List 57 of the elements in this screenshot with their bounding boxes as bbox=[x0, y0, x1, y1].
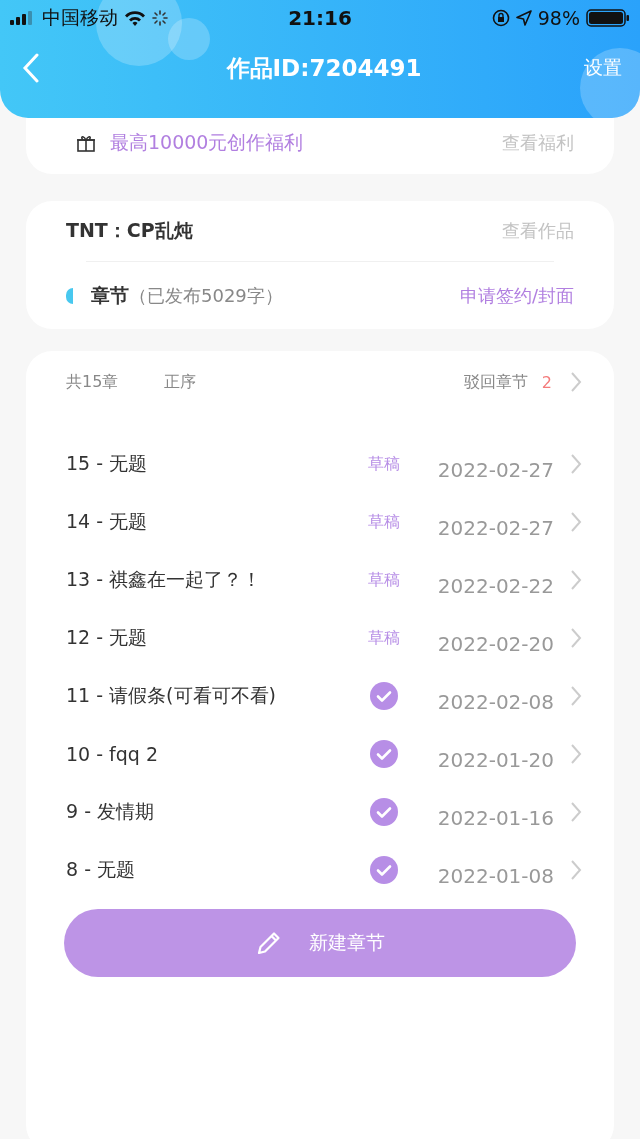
chapter-date: 2022-02-20 bbox=[436, 632, 554, 656]
location-arrow-icon bbox=[515, 10, 532, 26]
chapter-title: 13 - 祺鑫在一起了？！ bbox=[66, 567, 263, 592]
draft-tag: 草稿 bbox=[368, 453, 400, 475]
section-label: 章节 bbox=[91, 282, 129, 308]
chapter-date: 2022-01-16 bbox=[436, 806, 554, 830]
draft-tag: 草稿 bbox=[368, 627, 400, 649]
chevron-right-icon bbox=[570, 801, 582, 823]
chapter-title: 15 - 无题 bbox=[66, 451, 149, 476]
rejected-count: 2 bbox=[541, 372, 552, 392]
chevron-right-icon bbox=[570, 569, 582, 591]
chapter-date: 2022-02-27 bbox=[436, 458, 554, 482]
chapter-row[interactable]: 9 - 发情期 2022-01-16 bbox=[66, 783, 582, 841]
chapter-row[interactable]: 11 - 请假条(可看可不看) 2022-02-08 bbox=[66, 667, 582, 725]
battery-percent: 98% bbox=[537, 7, 580, 29]
gift-icon bbox=[76, 133, 96, 153]
benefit-text: 最高10000元创作福利 bbox=[110, 130, 305, 155]
page-title: 作品ID:7204491 bbox=[225, 53, 423, 83]
chevron-right-icon bbox=[570, 859, 582, 881]
loading-icon bbox=[152, 10, 168, 26]
back-chevron-icon bbox=[22, 53, 40, 83]
chapter-title: 8 - 无题 bbox=[66, 857, 137, 882]
section-note: （已发布5029字） bbox=[129, 283, 284, 308]
chapter-title: 9 - 发情期 bbox=[66, 799, 156, 824]
chapter-title: 14 - 无题 bbox=[66, 509, 149, 534]
sort-order-button[interactable]: 正序 bbox=[164, 371, 197, 393]
chapter-row[interactable]: 12 - 无题 草稿 2022-02-20 bbox=[66, 609, 582, 667]
work-title: TNT：CP乱炖 bbox=[66, 218, 193, 243]
chapter-date: 2022-02-22 bbox=[436, 574, 554, 598]
chapter-row[interactable]: 8 - 无题 2022-01-08 bbox=[66, 841, 582, 899]
chapter-title: 10 - fqq 2 bbox=[66, 743, 160, 765]
chevron-right-icon bbox=[570, 511, 582, 533]
draft-tag: 草稿 bbox=[368, 569, 400, 591]
carrier-name: 中国移动 bbox=[42, 5, 118, 30]
chapter-row[interactable]: 15 - 无题 草稿 2022-02-27 bbox=[66, 435, 582, 493]
battery-icon bbox=[586, 9, 630, 27]
chapter-count: 共15章 bbox=[66, 371, 119, 393]
clock-time: 21:16 bbox=[288, 6, 352, 30]
chapter-date: 2022-01-08 bbox=[436, 864, 554, 888]
chapter-row[interactable]: 13 - 祺鑫在一起了？！ 草稿 2022-02-22 bbox=[66, 551, 582, 609]
rejected-chapters-link[interactable]: 驳回章节 bbox=[463, 371, 528, 393]
section-marker bbox=[66, 287, 73, 304]
chevron-right-icon bbox=[570, 743, 582, 765]
chapter-row[interactable]: 10 - fqq 2 2022-01-20 bbox=[66, 725, 582, 783]
chevron-right-icon bbox=[570, 371, 582, 393]
chapter-date: 2022-02-08 bbox=[436, 690, 554, 714]
chapter-title: 12 - 无题 bbox=[66, 625, 149, 650]
chevron-right-icon bbox=[570, 453, 582, 475]
chevron-right-icon bbox=[570, 627, 582, 649]
chapter-row[interactable]: 14 - 无题 草稿 2022-02-27 bbox=[66, 493, 582, 551]
chapter-title: 11 - 请假条(可看可不看) bbox=[66, 683, 277, 708]
draft-tag: 草稿 bbox=[368, 511, 400, 533]
rotation-lock-icon bbox=[491, 9, 510, 27]
wifi-icon bbox=[124, 10, 146, 26]
chapter-date: 2022-01-20 bbox=[436, 748, 554, 772]
chapter-date: 2022-02-27 bbox=[436, 516, 554, 540]
chevron-right-icon bbox=[570, 685, 582, 707]
